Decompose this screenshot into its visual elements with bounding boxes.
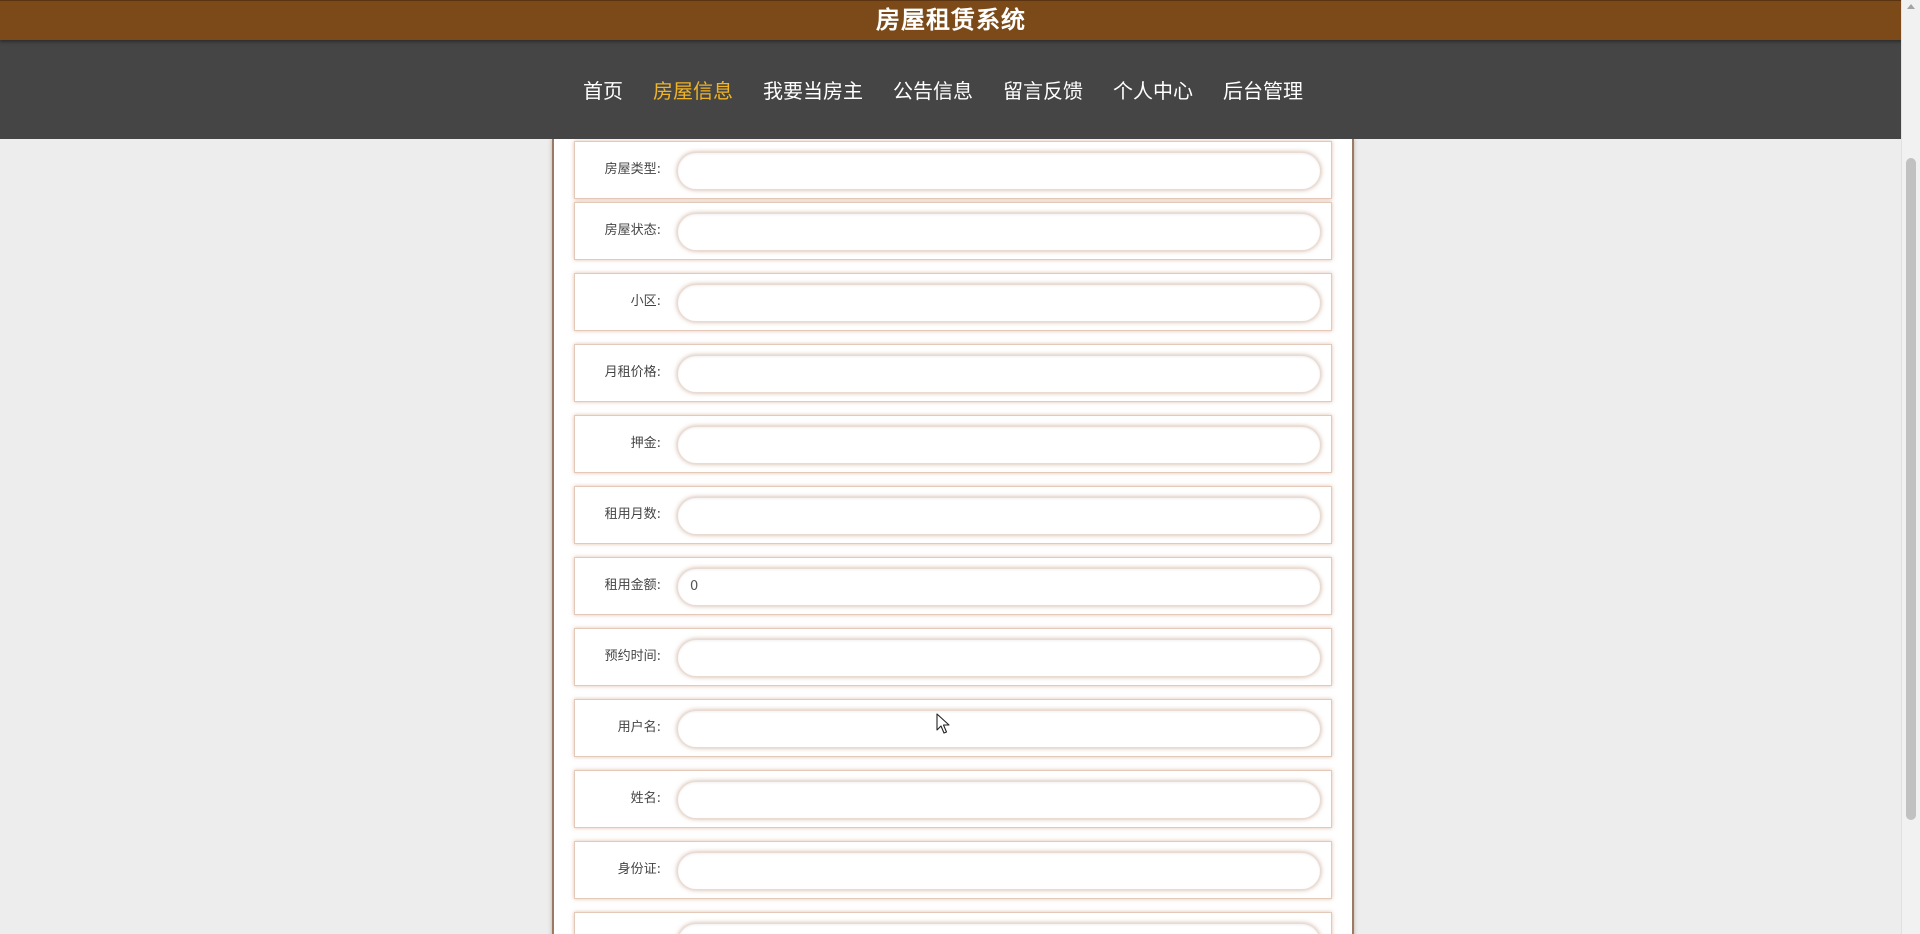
community-field[interactable] (677, 284, 1321, 322)
rental-amount-field[interactable]: 0 (677, 568, 1321, 606)
form-row-house-status: 房屋状态: (574, 202, 1332, 260)
next-row-field[interactable] (677, 923, 1321, 934)
rental-months-field[interactable] (677, 497, 1321, 535)
name-field[interactable] (677, 781, 1321, 819)
form-row-username: 用户名: (574, 699, 1332, 757)
form-row-next (574, 912, 1332, 934)
nav-item-home[interactable]: 首页 (568, 75, 638, 104)
username-label: 用户名: (617, 720, 661, 735)
nav-item-personal-center[interactable]: 个人中心 (1098, 75, 1208, 104)
form-row-id-card: 身份证: (574, 841, 1332, 899)
main-nav: 首页 房屋信息 我要当房主 公告信息 留言反馈 个人中心 后台管理 (0, 39, 1902, 139)
nav-list: 首页 房屋信息 我要当房主 公告信息 留言反馈 个人中心 后台管理 (568, 39, 1318, 139)
form-row-community: 小区: (574, 273, 1332, 331)
house-status-label: 房屋状态: (604, 223, 661, 238)
nav-item-feedback[interactable]: 留言反馈 (988, 75, 1098, 104)
rental-amount-label: 租用金额: (604, 578, 661, 593)
site-header: 房屋租赁系统 (0, 0, 1902, 40)
monthly-rent-field[interactable] (677, 355, 1321, 393)
appointment-time-field[interactable] (677, 639, 1321, 677)
booking-form: 房屋类型: 房屋状态: 小区: 月租价格: 押金: 租用月数: 租用金额: 0 (552, 139, 1354, 934)
page-scrollbar[interactable] (1901, 0, 1920, 934)
deposit-field[interactable] (677, 426, 1321, 464)
rental-months-label: 租用月数: (604, 507, 661, 522)
form-row-name: 姓名: (574, 770, 1332, 828)
nav-item-announcements[interactable]: 公告信息 (878, 75, 988, 104)
scroll-up-arrow-icon[interactable] (1907, 4, 1915, 9)
page: 房屋租赁系统 首页 房屋信息 我要当房主 公告信息 留言反馈 个人中心 后台管理… (0, 0, 1920, 934)
house-type-label: 房屋类型: (604, 162, 661, 177)
house-status-field[interactable] (677, 213, 1321, 251)
monthly-rent-label: 月租价格: (604, 365, 661, 380)
form-row-monthly-rent: 月租价格: (574, 344, 1332, 402)
id-card-label: 身份证: (617, 862, 661, 877)
next-row-label (575, 913, 661, 934)
appointment-time-label: 预约时间: (604, 649, 661, 664)
form-row-house-type: 房屋类型: (574, 141, 1332, 199)
name-label: 姓名: (630, 791, 661, 806)
form-row-rental-months: 租用月数: (574, 486, 1332, 544)
form-row-deposit: 押金: (574, 415, 1332, 473)
community-label: 小区: (630, 294, 661, 309)
nav-item-admin[interactable]: 后台管理 (1208, 75, 1318, 104)
form-row-appointment-time: 预约时间: (574, 628, 1332, 686)
house-type-field[interactable] (677, 152, 1321, 190)
nav-item-house-info[interactable]: 房屋信息 (638, 75, 748, 104)
form-row-rental-amount: 租用金额: 0 (574, 557, 1332, 615)
nav-item-become-landlord[interactable]: 我要当房主 (748, 75, 878, 104)
mouse-cursor-icon (936, 713, 950, 734)
site-title: 房屋租赁系统 (876, 6, 1026, 34)
username-field[interactable] (677, 710, 1321, 748)
scrollbar-thumb[interactable] (1906, 158, 1916, 820)
deposit-label: 押金: (630, 436, 661, 451)
id-card-field[interactable] (677, 852, 1321, 890)
